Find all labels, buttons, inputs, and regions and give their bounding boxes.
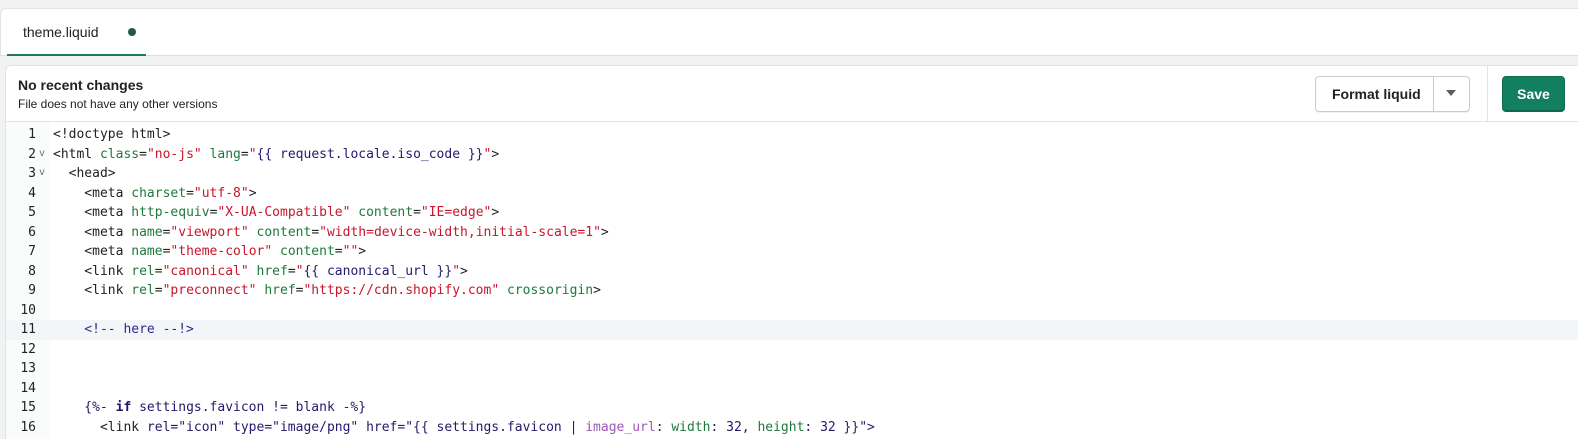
code-line[interactable]: 14 xyxy=(6,379,1578,399)
line-number: 11 xyxy=(20,322,36,337)
tab-theme-liquid[interactable]: theme.liquid xyxy=(7,9,146,56)
code-line[interactable]: 3v <head> xyxy=(6,164,1578,184)
line-number: 14 xyxy=(20,380,36,396)
format-button-group: Format liquid xyxy=(1315,76,1470,112)
code-text: <link rel="preconnect" href="https://cdn… xyxy=(53,283,601,298)
code-line[interactable]: 8 <link rel="canonical" href="{{ canonic… xyxy=(6,262,1578,282)
code-text: <meta charset="utf-8"> xyxy=(53,185,257,201)
code-line[interactable]: 7 <meta name="theme-color" content=""> xyxy=(6,242,1578,262)
code-text: <meta http-equiv="X-UA-Compatible" conte… xyxy=(53,205,500,220)
save-button[interactable]: Save xyxy=(1502,76,1565,112)
line-number: 16 xyxy=(20,419,36,435)
code-editor[interactable]: 1 <!doctype html> 2 v <html class="no-js" la… xyxy=(6,122,1578,439)
code-line[interactable]: 15 {%- if settings.favicon != blank -%} xyxy=(6,398,1578,418)
code-line[interactable]: 2 v <html class="no-js" lang="{{ request.l… xyxy=(6,145,1578,165)
editor-panel: No recent changes File does not have any… xyxy=(5,65,1578,439)
version-status-title: No recent changes xyxy=(18,77,144,93)
line-number: 4 xyxy=(28,185,36,201)
code-text: <link rel="icon" type="image/png" href="… xyxy=(53,419,875,435)
code-line[interactable]: 4 <meta charset="utf-8"> xyxy=(6,184,1578,204)
line-number: 8 xyxy=(28,263,36,279)
code-text: <html class="no-js" lang="{{ request.loc… xyxy=(53,146,500,162)
unsaved-indicator-icon xyxy=(128,28,136,36)
code-line[interactable]: 13 xyxy=(6,359,1578,379)
version-status-subtitle: File does not have any other versions xyxy=(18,97,218,111)
fold-chevron-down-icon[interactable]: v xyxy=(39,167,45,178)
line-number: 7 xyxy=(28,244,36,259)
caret-down-icon xyxy=(1446,90,1456,96)
code-line[interactable]: 10 xyxy=(6,301,1578,321)
code-line[interactable]: 9 <link rel="preconnect" href="https://c… xyxy=(6,281,1578,301)
line-number: 3 xyxy=(28,166,36,181)
format-liquid-label: Format liquid xyxy=(1332,86,1421,102)
header-divider xyxy=(1487,66,1488,122)
line-number: 1 xyxy=(28,127,36,142)
code-text: <link rel="canonical" href="{{ canonical… xyxy=(53,263,468,279)
code-text: <meta name="theme-color" content=""> xyxy=(53,244,367,259)
tab-label: theme.liquid xyxy=(23,24,99,40)
code-text: {%- if settings.favicon != blank -%} xyxy=(53,400,367,415)
line-number: 13 xyxy=(20,361,36,376)
window-top-strip xyxy=(0,0,1578,8)
file-tab-bar: theme.liquid xyxy=(0,8,1578,56)
code-text: <!doctype html> xyxy=(53,127,171,142)
code-text: <head> xyxy=(53,166,116,181)
line-number: 2 xyxy=(28,146,36,162)
tab-gap xyxy=(0,56,1578,65)
fold-chevron-down-icon[interactable]: v xyxy=(39,148,45,159)
code-text: <!-- here --!> xyxy=(53,322,194,337)
code-line[interactable]: 5 <meta http-equiv="X-UA-Compatible" con… xyxy=(6,203,1578,223)
format-options-button[interactable] xyxy=(1434,77,1469,111)
line-number: 10 xyxy=(20,302,36,318)
code-line[interactable]: 12 xyxy=(6,340,1578,360)
line-number: 6 xyxy=(28,224,36,240)
code-line[interactable]: 1 <!doctype html> xyxy=(6,125,1578,145)
code-text: <meta name="viewport" content="width=dev… xyxy=(53,224,609,240)
code-line[interactable]: 16 <link rel="icon" type="image/png" hre… xyxy=(6,418,1578,438)
save-label: Save xyxy=(1517,86,1550,102)
line-number: 9 xyxy=(28,283,36,298)
code-line[interactable]: 6 <meta name="viewport" content="width=d… xyxy=(6,223,1578,243)
line-number: 5 xyxy=(28,205,36,220)
line-number: 15 xyxy=(20,400,36,415)
format-liquid-button[interactable]: Format liquid xyxy=(1316,77,1434,111)
editor-header: No recent changes File does not have any… xyxy=(6,66,1578,122)
line-number: 12 xyxy=(20,341,36,357)
code-line[interactable]: 11 <!-- here --!> xyxy=(6,320,1578,340)
